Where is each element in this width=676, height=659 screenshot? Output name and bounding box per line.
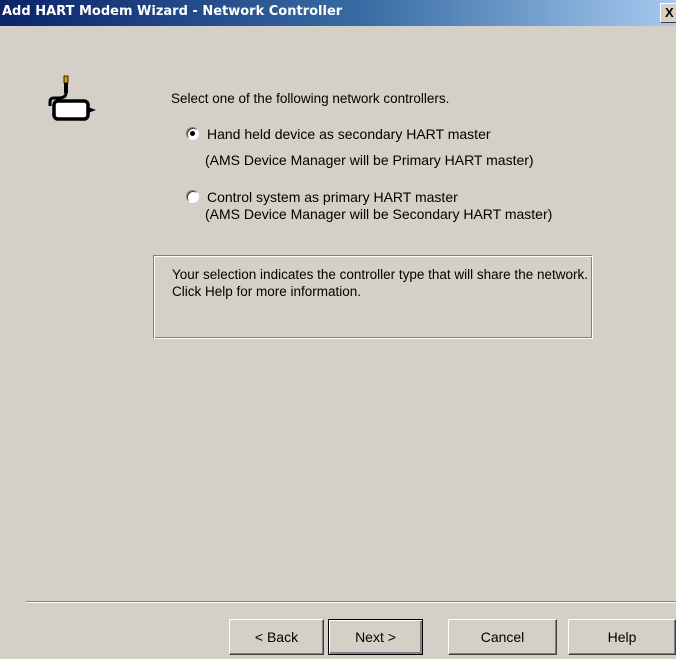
help-button[interactable]: Help bbox=[568, 619, 676, 655]
option-note: (AMS Device Manager will be Primary HART… bbox=[205, 152, 534, 168]
option-note: (AMS Device Manager will be Secondary HA… bbox=[205, 206, 553, 222]
radio-button-unselected[interactable] bbox=[186, 190, 199, 203]
radio-button-selected[interactable] bbox=[186, 127, 199, 140]
info-panel: Your selection indicates the controller … bbox=[153, 255, 593, 339]
option-handheld-secondary[interactable]: Hand held device as secondary HART maste… bbox=[186, 124, 491, 144]
info-text: Your selection indicates the controller … bbox=[172, 267, 588, 299]
hart-modem-connector-icon bbox=[48, 75, 96, 121]
cancel-button[interactable]: Cancel bbox=[448, 619, 557, 655]
instruction-text: Select one of the following network cont… bbox=[171, 91, 450, 106]
next-button[interactable]: Next > bbox=[328, 619, 423, 655]
back-button[interactable]: < Back bbox=[229, 619, 324, 655]
button-divider bbox=[26, 601, 676, 603]
option-label[interactable]: Control system as primary HART master bbox=[207, 187, 458, 207]
title-bar[interactable]: Add HART Modem Wizard - Network Controll… bbox=[0, 0, 676, 26]
window-title: Add HART Modem Wizard - Network Controll… bbox=[2, 4, 343, 19]
close-button[interactable]: X bbox=[660, 3, 676, 23]
option-control-system-primary[interactable]: Control system as primary HART master bbox=[186, 187, 458, 207]
option-label[interactable]: Hand held device as secondary HART maste… bbox=[207, 124, 491, 144]
